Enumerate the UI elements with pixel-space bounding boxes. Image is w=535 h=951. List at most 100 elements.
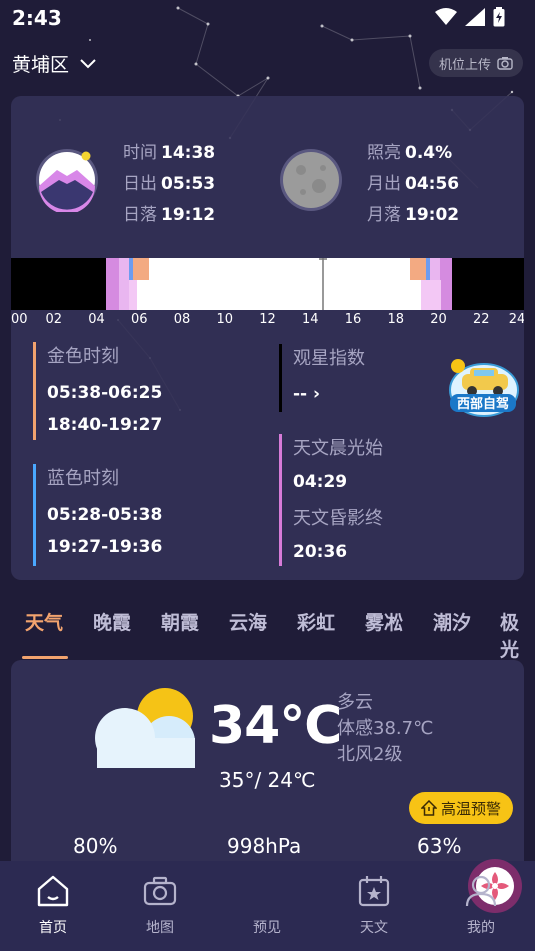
home-icon xyxy=(37,875,69,907)
tab-5[interactable]: 雾凇 xyxy=(365,608,403,635)
sun-position-dial xyxy=(36,149,98,212)
tab-0[interactable]: 天气 xyxy=(25,608,63,635)
golden-hour-title: 金色时刻 xyxy=(47,346,119,367)
stargazing-block[interactable]: 观星指数 -- › xyxy=(279,344,365,412)
moonset-value: 19:02 xyxy=(405,205,460,225)
astro-dawn-value: 04:29 xyxy=(293,472,348,492)
astro-dawn-title: 天文晨光始 xyxy=(293,438,383,459)
blue-hour-morning: 05:28-05:38 xyxy=(47,505,163,525)
heat-warning-label: 高温预警 xyxy=(441,799,502,818)
camera-icon xyxy=(497,57,513,70)
weather-details: 多云 体感38.7℃ 北风2级 xyxy=(337,690,433,768)
weather-condition: 多云 xyxy=(337,692,373,713)
blue-hour-title: 蓝色时刻 xyxy=(47,468,119,489)
user-icon xyxy=(465,875,497,907)
precip-value: 63% xyxy=(417,834,462,858)
nav-profile-label: 我的 xyxy=(467,920,495,936)
tab-4[interactable]: 彩虹 xyxy=(297,608,335,635)
upload-spot-label: 机位上传 xyxy=(438,57,491,73)
current-temperature: 34℃ xyxy=(209,696,342,756)
nav-home-label: 首页 xyxy=(39,920,67,936)
golden-hour-block: 金色时刻 05:38-06:25 18:40-19:27 xyxy=(33,342,162,442)
sunrise-value: 05:53 xyxy=(161,174,216,194)
active-tab-indicator xyxy=(22,656,68,659)
weather-card: 34℃ 35°/ 24℃ 多云 体感38.7℃ 北风2级 高温预警 80% 99… xyxy=(11,660,524,890)
stargazing-value: -- › xyxy=(293,384,321,404)
sunrise-label: 日出 xyxy=(123,174,157,194)
hour-label: 00 xyxy=(11,312,28,327)
calendar-star-icon xyxy=(358,876,390,907)
nav-astronomy-label: 天文 xyxy=(360,920,388,936)
pressure-value: 998hPa xyxy=(227,834,302,858)
stargazing-bar xyxy=(279,344,282,412)
moonset-label: 月落 xyxy=(367,205,401,225)
stargazing-title: 观星指数 xyxy=(293,348,365,369)
hour-label: 08 xyxy=(173,312,191,327)
camera-icon xyxy=(143,876,177,906)
tab-1[interactable]: 晚霞 xyxy=(93,608,131,635)
status-time: 2:43 xyxy=(12,6,62,30)
hour-label: 04 xyxy=(88,312,105,327)
tab-3[interactable]: 云海 xyxy=(229,608,267,635)
heat-warning-button[interactable]: 高温预警 xyxy=(409,792,514,824)
location-name: 黄埔区 xyxy=(12,54,70,76)
status-bar: 2:43 xyxy=(0,0,535,36)
moonrise-value: 04:56 xyxy=(405,174,460,194)
blue-hour-bar xyxy=(33,464,36,566)
blue-hour-evening: 19:27-19:36 xyxy=(47,537,163,557)
daylight-timeline[interactable] xyxy=(11,258,524,310)
tab-7[interactable]: 极光 xyxy=(500,608,535,662)
hour-label: 02 xyxy=(45,312,63,327)
hour-label: 24 xyxy=(508,312,524,327)
warning-house-icon xyxy=(421,800,437,816)
feels-like: 体感38.7℃ xyxy=(337,718,434,739)
astronomy-card: 时间 14:38 日出 05:53 日落 19:12 照亮 0.4% 月出 04:56 月… xyxy=(11,96,524,580)
sunset-label: 日落 xyxy=(123,205,157,225)
hour-label: 20 xyxy=(430,312,447,327)
moonrise-label: 月出 xyxy=(367,174,401,194)
upload-spot-button[interactable]: 机位上传 xyxy=(428,49,523,77)
nav-map[interactable]: 地图 xyxy=(120,871,200,937)
moon-phase-icon xyxy=(280,149,342,211)
illumination-value: 0.4% xyxy=(405,143,453,163)
hour-label: 18 xyxy=(387,312,405,327)
self-drive-badge-text: 西部自驾 xyxy=(457,396,509,412)
hour-label: 06 xyxy=(130,312,148,327)
golden-hour-evening: 18:40-19:27 xyxy=(47,415,163,435)
hour-label: 22 xyxy=(472,312,490,327)
location-selector[interactable]: 黄埔区 xyxy=(12,50,97,77)
sun-info: 时间 14:38 日出 05:53 日落 19:12 xyxy=(123,138,215,231)
location-bar: 黄埔区 机位上传 xyxy=(0,44,535,84)
nav-forecast-label: 预见 xyxy=(253,920,281,936)
blue-hour-block: 蓝色时刻 05:28-05:38 19:27-19:36 xyxy=(33,464,162,566)
nav-profile[interactable]: 我的 xyxy=(441,871,521,937)
sunset-value: 19:12 xyxy=(161,205,216,225)
signal-icon xyxy=(465,8,485,26)
nav-home[interactable]: 首页 xyxy=(13,871,93,937)
battery-icon xyxy=(493,7,505,27)
moon-info: 照亮 0.4% 月出 04:56 月落 19:02 xyxy=(367,138,459,231)
hour-label: 14 xyxy=(301,312,319,327)
golden-hour-morning: 05:38-06:25 xyxy=(47,383,163,403)
time-label: 时间 xyxy=(123,143,157,163)
tab-2[interactable]: 朝霞 xyxy=(161,608,199,635)
nav-astronomy[interactable]: 天文 xyxy=(334,871,414,937)
self-drive-badge[interactable]: 西部自驾 xyxy=(444,354,522,420)
category-tabs: 天气 晚霞 朝霞 云海 彩虹 雾凇 潮汐 极光 xyxy=(0,600,535,662)
wind-level: 北风2级 xyxy=(337,744,403,765)
tab-6[interactable]: 潮汐 xyxy=(433,608,471,635)
hour-label: 10 xyxy=(216,312,234,327)
hour-label: 16 xyxy=(344,312,362,327)
astronomical-twilight-block: 天文晨光始 04:29 天文昏影终 20:36 xyxy=(279,434,383,566)
illumination-label: 照亮 xyxy=(367,143,401,163)
time-value: 14:38 xyxy=(161,143,216,163)
chevron-down-icon xyxy=(80,58,96,68)
humidity-value: 80% xyxy=(73,834,118,858)
astro-dusk-value: 20:36 xyxy=(293,542,348,562)
timeline-hour-labels: 00 02 04 06 08 10 12 14 16 18 20 22 24 xyxy=(11,312,524,332)
bottom-navigation: 首页 地图 预见 天文 我的 xyxy=(0,859,535,951)
nav-forecast[interactable]: 预见 xyxy=(227,859,522,937)
astronomical-twilight-bar xyxy=(279,434,282,566)
golden-hour-bar xyxy=(33,342,36,440)
temperature-range: 35°/ 24℃ xyxy=(219,768,316,792)
